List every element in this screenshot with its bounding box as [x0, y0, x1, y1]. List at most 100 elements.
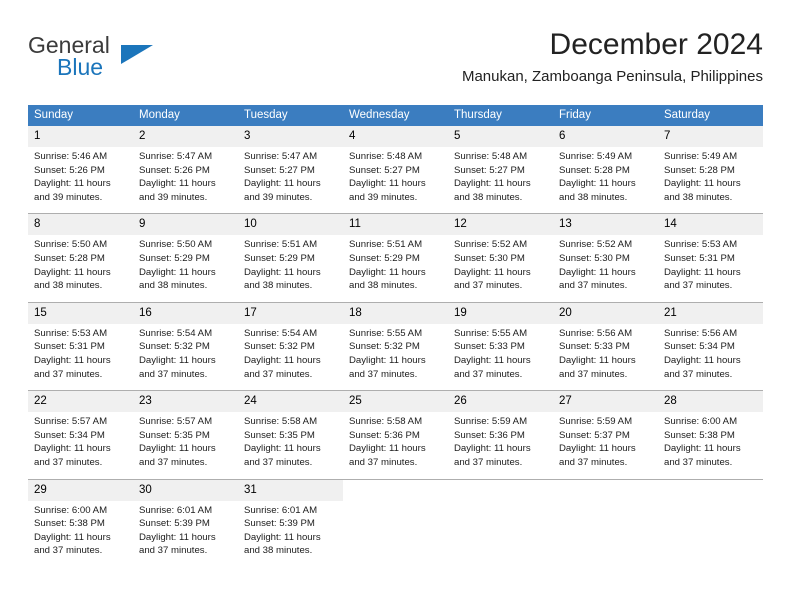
- day-info: Sunrise: 6:00 AM Sunset: 5:38 PM Dayligh…: [28, 501, 133, 567]
- daylight-text-line1: Daylight: 11 hours: [349, 178, 426, 190]
- day-cell[interactable]: 19 Sunrise: 5:55 AM Sunset: 5:33 PM Dayl…: [448, 302, 553, 390]
- daylight-text-line1: Daylight: 11 hours: [139, 443, 216, 455]
- sunset-text: Sunset: 5:27 PM: [349, 164, 420, 176]
- day-info: Sunrise: 5:55 AM Sunset: 5:32 PM Dayligh…: [343, 324, 448, 390]
- daylight-text-line1: Daylight: 11 hours: [139, 266, 216, 278]
- day-info: Sunrise: 5:56 AM Sunset: 5:33 PM Dayligh…: [553, 324, 658, 390]
- sunrise-text: Sunrise: 5:59 AM: [454, 416, 528, 428]
- daylight-text-line2: and 37 minutes.: [559, 456, 628, 468]
- sunrise-text: Sunrise: 5:54 AM: [139, 327, 213, 339]
- day-cell[interactable]: 2 Sunrise: 5:47 AM Sunset: 5:26 PM Dayli…: [133, 126, 238, 213]
- day-cell[interactable]: 6 Sunrise: 5:49 AM Sunset: 5:28 PM Dayli…: [553, 126, 658, 213]
- daylight-text-line1: Daylight: 11 hours: [349, 354, 426, 366]
- sunset-text: Sunset: 5:37 PM: [559, 429, 630, 441]
- sunrise-text: Sunrise: 5:53 AM: [664, 239, 738, 251]
- day-cell[interactable]: 24 Sunrise: 5:58 AM Sunset: 5:35 PM Dayl…: [238, 391, 343, 478]
- sunrise-text: Sunrise: 5:55 AM: [349, 327, 423, 339]
- daylight-text-line2: and 37 minutes.: [34, 545, 103, 557]
- daylight-text-line2: and 37 minutes.: [454, 368, 523, 380]
- sunrise-text: Sunrise: 5:49 AM: [664, 151, 738, 162]
- day-cell[interactable]: 16 Sunrise: 5:54 AM Sunset: 5:32 PM Dayl…: [133, 302, 238, 390]
- day-cell[interactable]: 10 Sunrise: 5:51 AM Sunset: 5:29 PM Dayl…: [238, 214, 343, 301]
- daylight-text-line1: Daylight: 11 hours: [559, 354, 636, 366]
- day-number: 8: [28, 214, 133, 236]
- day-cell[interactable]: 3 Sunrise: 5:47 AM Sunset: 5:27 PM Dayli…: [238, 126, 343, 213]
- daylight-text-line1: Daylight: 11 hours: [34, 531, 111, 543]
- day-cell[interactable]: 5 Sunrise: 5:48 AM Sunset: 5:27 PM Dayli…: [448, 126, 553, 213]
- day-info: Sunrise: 5:59 AM Sunset: 5:36 PM Dayligh…: [448, 412, 553, 478]
- day-number: 5: [448, 126, 553, 147]
- sunset-text: Sunset: 5:28 PM: [559, 164, 630, 176]
- daylight-text-line2: and 37 minutes.: [34, 456, 103, 468]
- day-cell[interactable]: 8 Sunrise: 5:50 AM Sunset: 5:28 PM Dayli…: [28, 214, 133, 301]
- day-cell-empty: [343, 480, 448, 567]
- day-info: Sunrise: 5:54 AM Sunset: 5:32 PM Dayligh…: [133, 324, 238, 390]
- day-number: 24: [238, 391, 343, 413]
- sunrise-text: Sunrise: 5:51 AM: [349, 239, 423, 251]
- day-cell[interactable]: 17 Sunrise: 5:54 AM Sunset: 5:32 PM Dayl…: [238, 302, 343, 390]
- sunset-text: Sunset: 5:32 PM: [349, 341, 420, 353]
- day-number: 17: [238, 302, 343, 324]
- day-cell[interactable]: 29 Sunrise: 6:00 AM Sunset: 5:38 PM Dayl…: [28, 479, 133, 567]
- day-cell[interactable]: 28 Sunrise: 6:00 AM Sunset: 5:38 PM Dayl…: [658, 391, 763, 478]
- daylight-text-line1: Daylight: 11 hours: [454, 354, 531, 366]
- day-cell[interactable]: 30 Sunrise: 6:01 AM Sunset: 5:39 PM Dayl…: [133, 479, 238, 567]
- day-number: 1: [28, 126, 133, 147]
- day-cell[interactable]: 22 Sunrise: 5:57 AM Sunset: 5:34 PM Dayl…: [28, 391, 133, 478]
- weekday-header-row: Sunday Monday Tuesday Wednesday Thursday…: [28, 105, 763, 126]
- daylight-text-line2: and 38 minutes.: [139, 280, 208, 292]
- sunrise-text: Sunrise: 5:47 AM: [139, 151, 213, 162]
- sunrise-text: Sunrise: 5:54 AM: [244, 327, 318, 339]
- day-cell[interactable]: 13 Sunrise: 5:52 AM Sunset: 5:30 PM Dayl…: [553, 214, 658, 301]
- day-cell[interactable]: 7 Sunrise: 5:49 AM Sunset: 5:28 PM Dayli…: [658, 126, 763, 213]
- logo-triangle-icon: [121, 45, 153, 64]
- daylight-text-line1: Daylight: 11 hours: [244, 266, 321, 278]
- day-cell[interactable]: 31 Sunrise: 6:01 AM Sunset: 5:39 PM Dayl…: [238, 479, 343, 567]
- day-number: 15: [28, 302, 133, 324]
- day-cell[interactable]: 15 Sunrise: 5:53 AM Sunset: 5:31 PM Dayl…: [28, 302, 133, 390]
- day-info: Sunrise: 6:00 AM Sunset: 5:38 PM Dayligh…: [658, 412, 763, 478]
- day-cell[interactable]: 1 Sunrise: 5:46 AM Sunset: 5:26 PM Dayli…: [28, 126, 133, 213]
- day-cell[interactable]: 18 Sunrise: 5:55 AM Sunset: 5:32 PM Dayl…: [343, 302, 448, 390]
- day-cell[interactable]: 20 Sunrise: 5:56 AM Sunset: 5:33 PM Dayl…: [553, 302, 658, 390]
- sunset-text: Sunset: 5:30 PM: [454, 252, 525, 264]
- day-cell[interactable]: 12 Sunrise: 5:52 AM Sunset: 5:30 PM Dayl…: [448, 214, 553, 301]
- day-cell[interactable]: 14 Sunrise: 5:53 AM Sunset: 5:31 PM Dayl…: [658, 214, 763, 301]
- day-cell[interactable]: 21 Sunrise: 5:56 AM Sunset: 5:34 PM Dayl…: [658, 302, 763, 390]
- day-cell[interactable]: 4 Sunrise: 5:48 AM Sunset: 5:27 PM Dayli…: [343, 126, 448, 213]
- daylight-text-line2: and 38 minutes.: [454, 191, 523, 203]
- day-number: 25: [343, 391, 448, 413]
- sunset-text: Sunset: 5:26 PM: [34, 164, 105, 176]
- day-cell[interactable]: 11 Sunrise: 5:51 AM Sunset: 5:29 PM Dayl…: [343, 214, 448, 301]
- sunset-text: Sunset: 5:38 PM: [34, 518, 105, 530]
- day-info: Sunrise: 5:47 AM Sunset: 5:27 PM Dayligh…: [238, 147, 343, 213]
- daylight-text-line1: Daylight: 11 hours: [664, 443, 741, 455]
- sunrise-text: Sunrise: 6:01 AM: [244, 504, 318, 516]
- day-number: 9: [133, 214, 238, 236]
- generalblue-logo[interactable]: General Blue: [28, 32, 218, 88]
- sunset-text: Sunset: 5:29 PM: [244, 252, 315, 264]
- sunset-text: Sunset: 5:30 PM: [559, 252, 630, 264]
- sunset-text: Sunset: 5:32 PM: [244, 341, 315, 353]
- daylight-text-line2: and 37 minutes.: [349, 368, 418, 380]
- day-info: Sunrise: 5:58 AM Sunset: 5:35 PM Dayligh…: [238, 412, 343, 478]
- day-cell[interactable]: 25 Sunrise: 5:58 AM Sunset: 5:36 PM Dayl…: [343, 391, 448, 478]
- day-number: 16: [133, 302, 238, 324]
- sunset-text: Sunset: 5:28 PM: [664, 164, 735, 176]
- day-cell[interactable]: 27 Sunrise: 5:59 AM Sunset: 5:37 PM Dayl…: [553, 391, 658, 478]
- day-info: Sunrise: 5:57 AM Sunset: 5:34 PM Dayligh…: [28, 412, 133, 478]
- sunset-text: Sunset: 5:34 PM: [664, 341, 735, 353]
- sunrise-text: Sunrise: 5:57 AM: [34, 416, 108, 428]
- daylight-text-line1: Daylight: 11 hours: [139, 531, 216, 543]
- day-info: Sunrise: 5:56 AM Sunset: 5:34 PM Dayligh…: [658, 324, 763, 390]
- calendar-grid: Sunday Monday Tuesday Wednesday Thursday…: [28, 105, 763, 567]
- week-row: 22 Sunrise: 5:57 AM Sunset: 5:34 PM Dayl…: [28, 390, 763, 478]
- day-cell[interactable]: 9 Sunrise: 5:50 AM Sunset: 5:29 PM Dayli…: [133, 214, 238, 301]
- day-cell[interactable]: 23 Sunrise: 5:57 AM Sunset: 5:35 PM Dayl…: [133, 391, 238, 478]
- sunrise-text: Sunrise: 5:47 AM: [244, 151, 318, 162]
- day-cell[interactable]: 26 Sunrise: 5:59 AM Sunset: 5:36 PM Dayl…: [448, 391, 553, 478]
- sunset-text: Sunset: 5:35 PM: [139, 429, 210, 441]
- weekday-thursday: Thursday: [454, 109, 502, 121]
- title-block: December 2024 Manukan, Zamboanga Peninsu…: [462, 26, 763, 88]
- sunset-text: Sunset: 5:29 PM: [139, 252, 210, 264]
